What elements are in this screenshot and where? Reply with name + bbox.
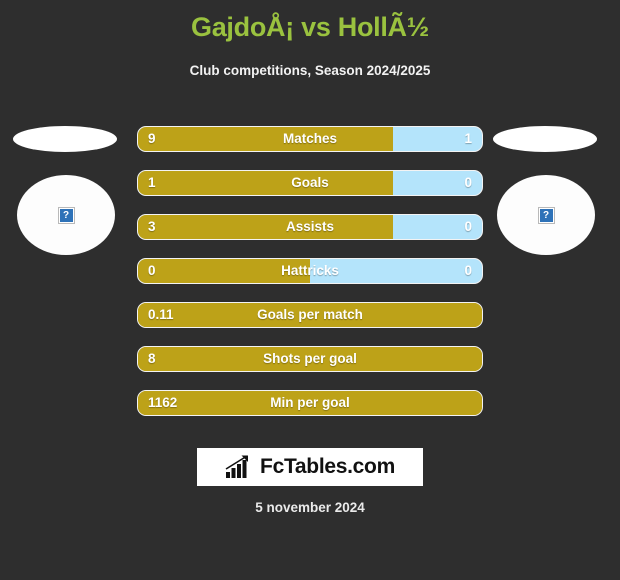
broken-image-glyph: ? (59, 208, 73, 222)
stat-row: 1162 Min per goal (137, 390, 483, 416)
stat-row: 8 Shots per goal (137, 346, 483, 372)
stat-row: 9 Matches 1 (137, 126, 483, 152)
away-player-photo: ? (485, 110, 615, 260)
stat-label: Goals per match (257, 307, 363, 322)
stat-label: Goals (291, 175, 329, 190)
home-photo-shadow-ellipse (13, 126, 117, 152)
stat-row: 0 Hattricks 0 (137, 258, 483, 284)
stat-label: Hattricks (281, 263, 339, 278)
page-subtitle: Club competitions, Season 2024/2025 (189, 63, 431, 78)
bar-chart-arrow-icon (225, 455, 249, 478)
stat-away-value: 0 (464, 219, 472, 234)
home-player-photo: ? (5, 110, 135, 260)
stat-row: 0.11 Goals per match (137, 302, 483, 328)
away-photo-circle: ? (497, 175, 595, 255)
away-photo-shadow-ellipse (493, 126, 597, 152)
home-photo-circle: ? (17, 175, 115, 255)
player-comparison-infographic: GajdoÅ¡ vs HollÃ½ Club competitions, Sea… (0, 0, 620, 580)
stat-label: Assists (285, 219, 335, 234)
date-label: 5 november 2024 (255, 500, 365, 515)
stat-row: 1 Goals 0 (137, 170, 483, 196)
stat-label: Shots per goal (263, 351, 357, 366)
fctables-logo-text: FcTables.com (260, 455, 395, 478)
fctables-logo[interactable]: FcTables.com (197, 448, 423, 486)
stat-away-value: 1 (464, 131, 472, 146)
page-title: GajdoÅ¡ vs HollÃ½ (191, 12, 429, 42)
broken-image-glyph: ? (539, 208, 553, 222)
stat-away-value: 0 (464, 175, 472, 190)
stat-row: 3 Assists 0 (137, 214, 483, 240)
stat-away-value: 0 (464, 263, 472, 278)
broken-image-icon: ? (537, 206, 555, 224)
stats-bar-list: 9 Matches 1 1 Goals 0 3 Assists 0 0 Hattricks 0 0.11… (137, 126, 483, 434)
broken-image-icon: ? (57, 206, 75, 224)
stat-label: Matches (282, 131, 338, 146)
stat-label: Min per goal (270, 395, 350, 410)
